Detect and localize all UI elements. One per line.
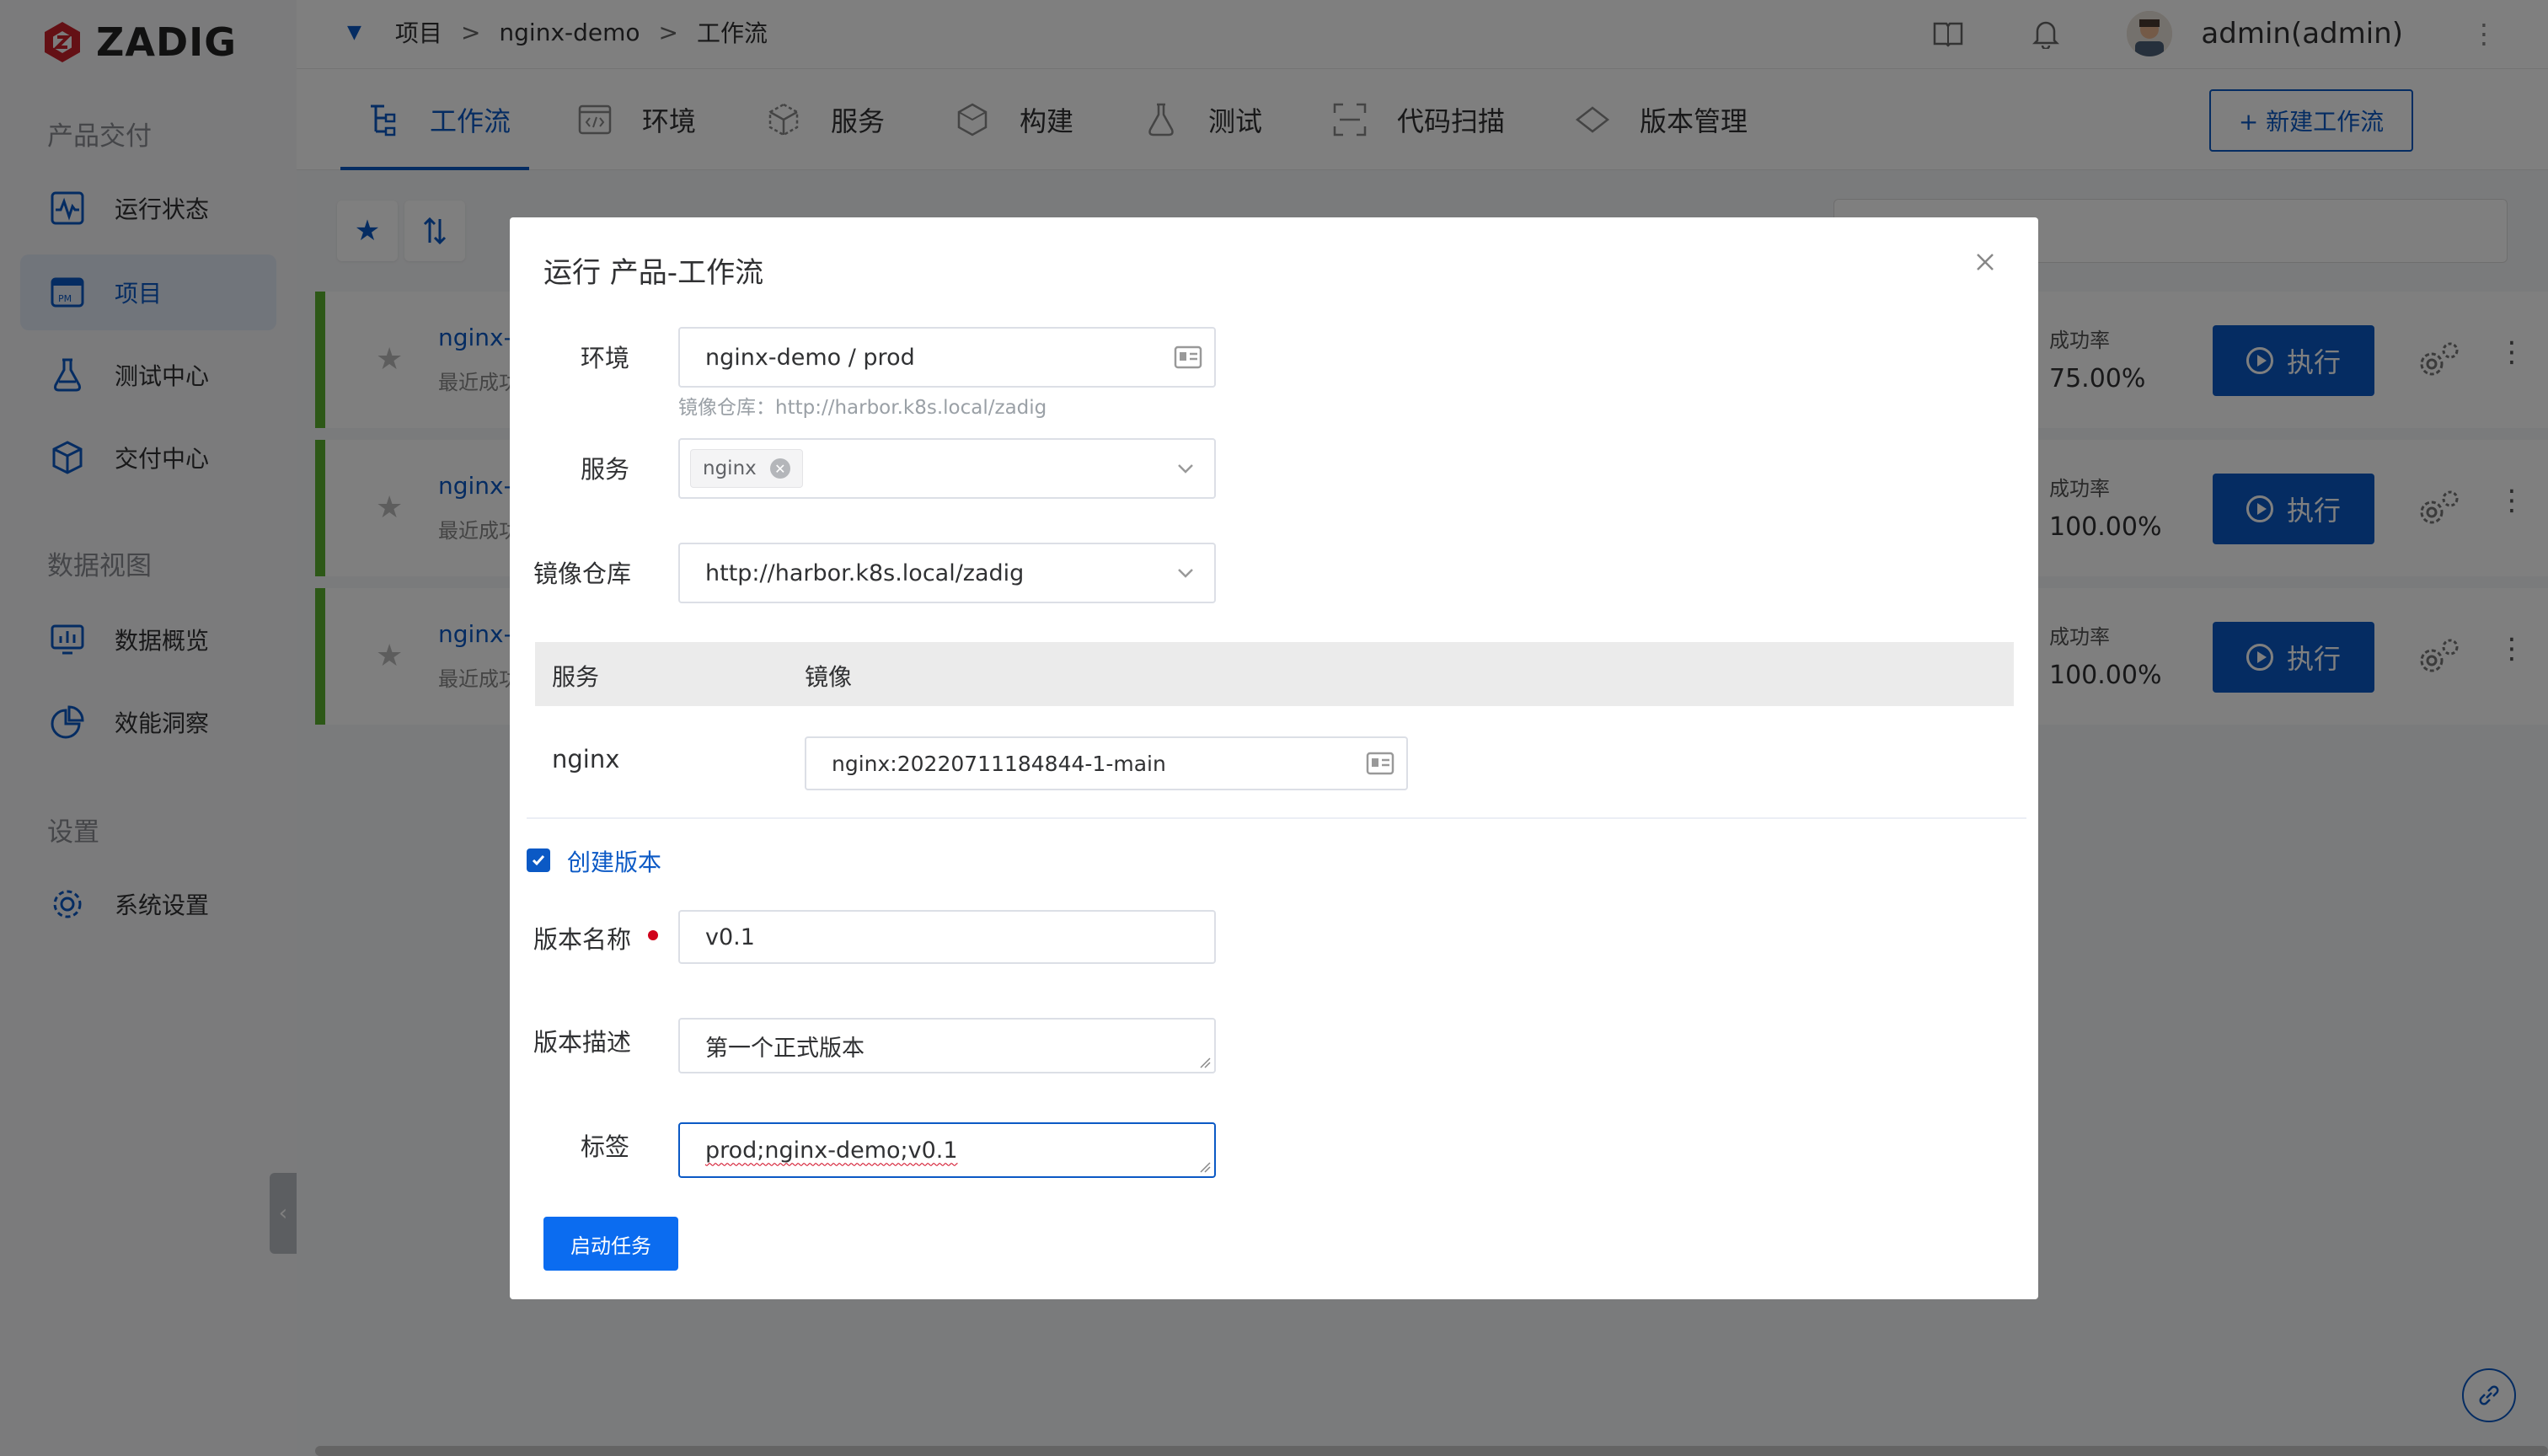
tags-label: 标签: [581, 1132, 630, 1161]
resize-handle-icon[interactable]: [1199, 1161, 1211, 1173]
create-version-label[interactable]: 创建版本: [567, 844, 661, 878]
required-indicator: [648, 930, 658, 940]
image-select[interactable]: nginx:20220711184844-1-main: [805, 736, 1408, 790]
table-cell-service: nginx: [552, 745, 620, 774]
column-header-image: 镜像: [805, 663, 853, 691]
id-card-icon: [1174, 345, 1202, 369]
tag-remove-icon[interactable]: ✕: [769, 458, 790, 479]
chevron-down-icon: [1178, 464, 1193, 474]
version-desc-label: 版本描述: [533, 1028, 632, 1057]
dialog-title: 运行 产品-工作流: [543, 256, 764, 290]
run-workflow-dialog: 运行 产品-工作流 环境 nginx-demo / prod 镜像仓库：http…: [510, 217, 2038, 1299]
create-version-checkbox[interactable]: [527, 848, 550, 872]
version-desc-textarea[interactable]: 第一个正式版本: [678, 1018, 1216, 1073]
version-name-input[interactable]: v0.1: [678, 910, 1216, 964]
version-name-value: v0.1: [705, 923, 755, 950]
start-task-button[interactable]: 启动任务: [543, 1217, 678, 1271]
image-value: nginx:20220711184844-1-main: [832, 751, 1166, 776]
chevron-down-icon: [1178, 569, 1193, 578]
service-multiselect[interactable]: nginx ✕: [678, 438, 1216, 499]
close-icon[interactable]: [1971, 248, 1999, 276]
tags-textarea[interactable]: prod;nginx-demo;v0.1: [678, 1122, 1216, 1178]
image-table-header: 服务 镜像: [535, 642, 2014, 706]
registry-label: 镜像仓库: [533, 559, 632, 588]
env-select[interactable]: nginx-demo / prod: [678, 327, 1216, 388]
divider: [527, 817, 2026, 819]
column-header-service: 服务: [552, 663, 600, 691]
env-value: nginx-demo / prod: [705, 344, 915, 371]
version-name-label: 版本名称: [533, 925, 632, 954]
service-label: 服务: [581, 455, 630, 484]
version-desc-value: 第一个正式版本: [705, 1035, 864, 1062]
registry-hint: 镜像仓库：http://harbor.k8s.local/zadig: [678, 397, 1047, 419]
check-icon: [532, 855, 545, 866]
env-label: 环境: [581, 344, 630, 372]
id-card-icon: [1366, 752, 1394, 775]
tags-value: prod;nginx-demo;v0.1: [705, 1137, 958, 1164]
resize-handle-icon[interactable]: [1199, 1057, 1211, 1068]
service-tag: nginx ✕: [690, 449, 803, 488]
service-tag-label: nginx: [703, 458, 757, 479]
registry-select[interactable]: http://harbor.k8s.local/zadig: [678, 543, 1216, 603]
registry-value: http://harbor.k8s.local/zadig: [705, 559, 1025, 586]
